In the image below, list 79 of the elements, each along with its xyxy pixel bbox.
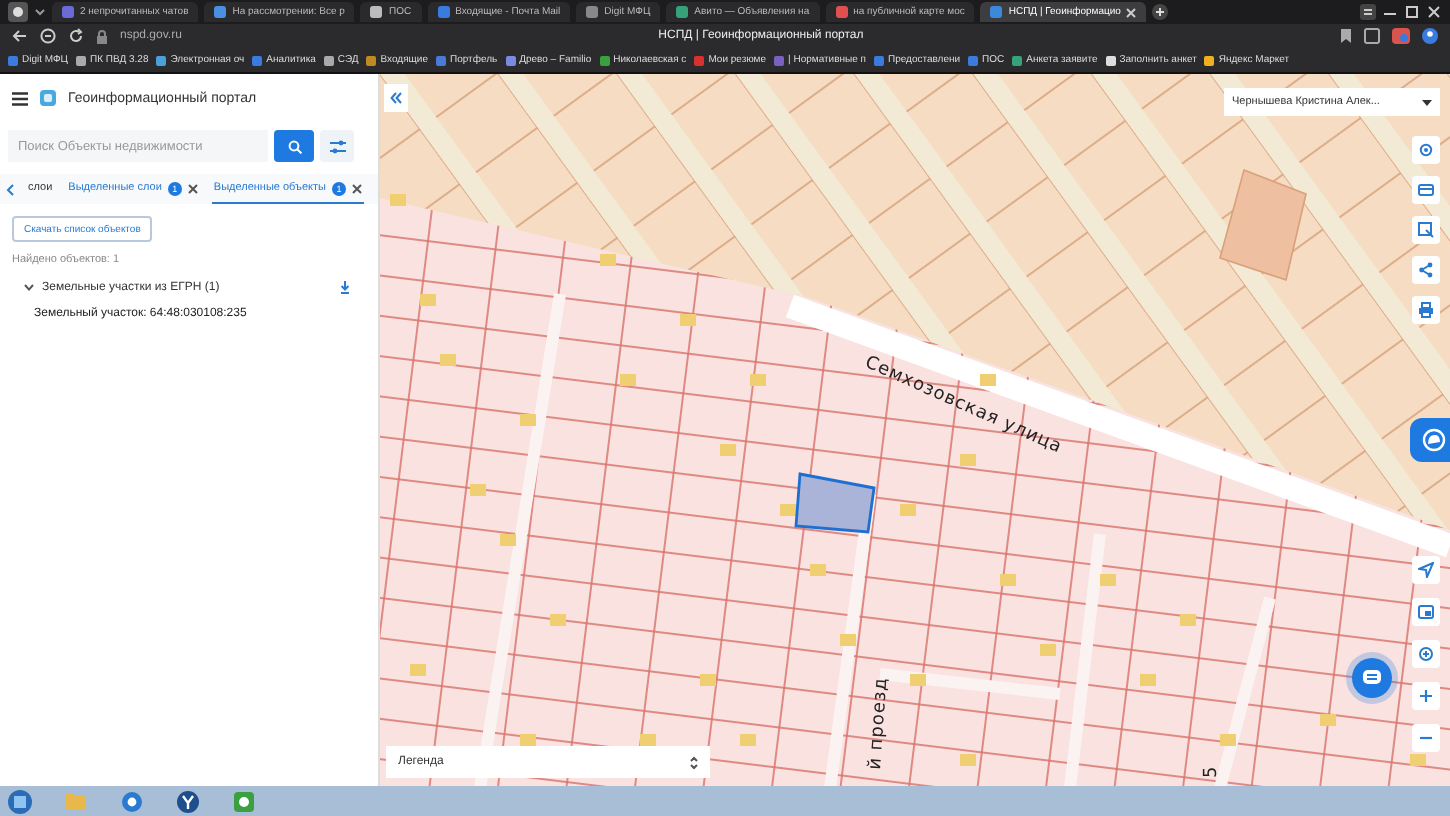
layers-button[interactable] (1412, 640, 1440, 668)
up-down-caret-icon (690, 755, 698, 769)
site-icon (774, 55, 785, 65)
site-icon (968, 55, 979, 65)
site-icon (676, 6, 689, 18)
reload-icon[interactable] (68, 28, 84, 44)
browser-menu-icon[interactable] (8, 2, 28, 22)
print-button[interactable] (1412, 296, 1440, 324)
selected-parcel[interactable] (794, 472, 876, 534)
search-icon (287, 139, 301, 153)
chat-icon (1362, 668, 1382, 688)
portal-logo-icon (40, 90, 56, 106)
bookmark-icon[interactable] (1340, 28, 1353, 44)
zoom-out-button[interactable] (1412, 724, 1440, 752)
print-icon (1418, 302, 1434, 318)
site-icon (436, 55, 446, 65)
tabs-list-icon[interactable] (1360, 4, 1376, 20)
site-icon (694, 55, 705, 65)
site-icon (76, 55, 87, 65)
new-tab-icon[interactable] (1152, 4, 1169, 20)
close-icon[interactable] (187, 183, 198, 193)
sliders-icon (329, 139, 345, 153)
lock-icon (96, 29, 108, 43)
export-button[interactable] (1412, 216, 1440, 244)
street-label: й проезд (866, 676, 893, 771)
site-icon (62, 6, 74, 18)
search-button[interactable] (274, 130, 314, 162)
card-button[interactable] (1412, 176, 1440, 204)
settings-button[interactable] (1412, 136, 1440, 164)
app-icon[interactable] (232, 789, 256, 813)
download-icon[interactable] (340, 280, 350, 294)
start-button-icon[interactable] (8, 789, 32, 813)
site-icon (1105, 55, 1116, 65)
zoom-in-button[interactable] (1412, 682, 1440, 710)
close-icon[interactable] (351, 183, 362, 193)
site-icon (323, 55, 334, 65)
share-button[interactable] (1412, 256, 1440, 284)
double-chevron-left-icon (390, 92, 402, 104)
site-icon (586, 6, 599, 18)
chevron-down-icon[interactable] (34, 6, 46, 18)
maximize-icon[interactable] (1404, 4, 1420, 20)
card-icon (1418, 182, 1434, 198)
navigation-arrow-icon (1418, 562, 1434, 578)
chevron-left-icon[interactable] (6, 183, 14, 195)
back-arrow-icon[interactable] (12, 28, 28, 44)
navigation-arrow-button[interactable] (1412, 556, 1440, 584)
zoom-in-icon (1418, 688, 1434, 704)
street-label: 5 (1202, 765, 1222, 778)
caret-icon[interactable] (24, 282, 34, 292)
site-icon (599, 55, 610, 65)
profile-icon[interactable] (1422, 28, 1439, 44)
site-icon (437, 6, 450, 18)
site-icon (156, 55, 167, 65)
picture-icon (1418, 604, 1434, 620)
site-icon (1204, 55, 1215, 65)
site-icon (366, 55, 377, 65)
site-icon (1012, 55, 1023, 65)
site-icon (252, 55, 263, 65)
collapse-panel-button[interactable] (384, 84, 408, 112)
site-icon (505, 55, 516, 65)
browser-icon[interactable] (120, 789, 144, 813)
site-icon (8, 55, 18, 65)
picture-button[interactable] (1412, 598, 1440, 626)
downloads-icon[interactable] (1364, 28, 1381, 44)
caret-down-icon (1422, 99, 1432, 105)
site-icon (370, 6, 383, 18)
menu-icon[interactable] (12, 91, 28, 105)
site-icon (835, 6, 848, 18)
export-icon (1418, 222, 1434, 238)
letter-y-icon[interactable] (176, 789, 200, 813)
filter-button[interactable] (320, 130, 354, 162)
support-button[interactable] (1410, 418, 1450, 462)
extension-icon[interactable] (1392, 28, 1411, 44)
site-icon (214, 6, 227, 18)
helmet-icon (1422, 428, 1446, 452)
site-icon (873, 55, 884, 65)
site-icon (990, 6, 1003, 18)
highlighted-parcel (1219, 168, 1307, 282)
share-icon (1418, 262, 1434, 278)
